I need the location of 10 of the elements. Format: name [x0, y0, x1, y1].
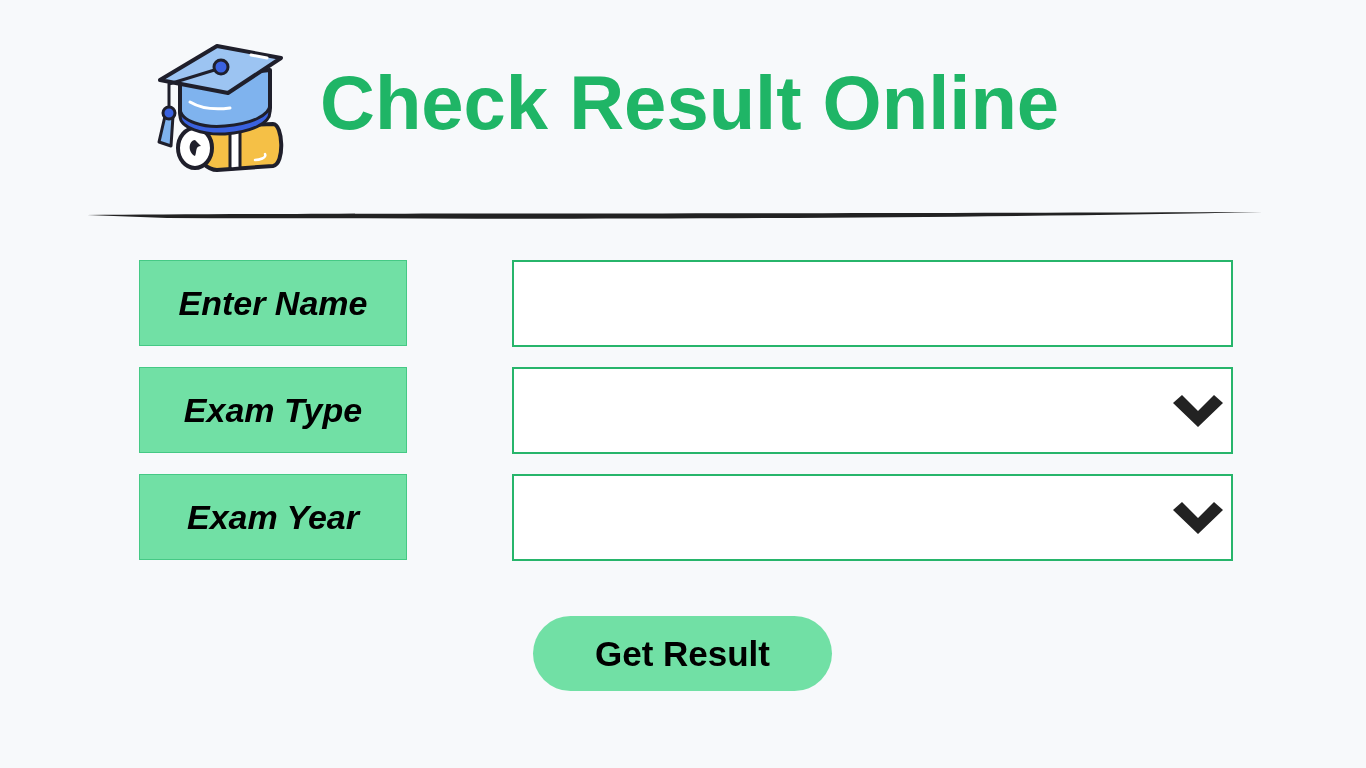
get-result-button[interactable]: Get Result: [533, 616, 832, 691]
chevron-down-icon: [1173, 501, 1223, 534]
dropdown-field[interactable]: [512, 474, 1233, 561]
page-title: Check Result Online: [320, 65, 1060, 147]
field-label: Exam Year: [139, 474, 407, 560]
field-label: Exam Type: [139, 367, 407, 453]
dropdown-field[interactable]: [512, 367, 1233, 454]
chevron-down-icon: [1173, 394, 1223, 427]
text-input-field[interactable]: [512, 260, 1233, 347]
field-label: Enter Name: [139, 260, 407, 346]
